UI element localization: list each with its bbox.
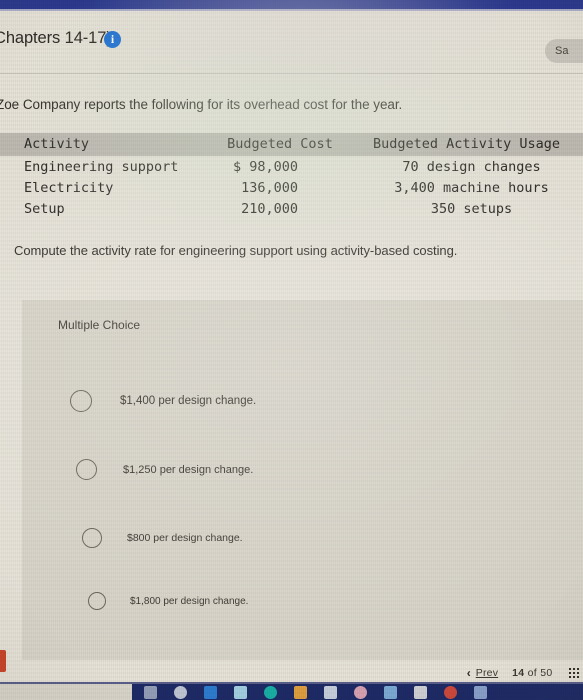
browser-top-bar xyxy=(0,0,583,11)
cell-usage: 3,400 machine hours xyxy=(394,179,549,196)
table-header-budgeted-activity-usage: Budgeted Activity Usage xyxy=(373,136,560,152)
info-icon[interactable]: i xyxy=(104,31,121,48)
answer-option-label: $1,250 per design change. xyxy=(123,463,254,476)
table-row: Engineering support $ 98,000 70 design c… xyxy=(0,156,583,177)
answer-option-3[interactable]: $800 per design change. xyxy=(82,528,243,548)
total-page-number: 50 xyxy=(540,667,553,679)
table-header-row: Activity Budgeted Cost Budgeted Activity… xyxy=(0,133,583,156)
taskbar-app-icon[interactable] xyxy=(294,686,307,699)
cell-usage: 70 design changes xyxy=(402,158,541,175)
grid-dot xyxy=(576,667,579,671)
assignment-title: Chapters 14-17) xyxy=(0,29,112,47)
answer-type-label: Multiple Choice xyxy=(58,318,141,332)
assignment-header: Chapters 14-17) i Sa xyxy=(0,9,583,74)
cell-usage: 350 setups xyxy=(430,200,513,217)
cell-activity: Electricity xyxy=(24,179,114,196)
answer-option-label: $1,800 per design change. xyxy=(130,595,249,607)
question-navigation: ‹ Prev 14 of 50 xyxy=(0,662,583,684)
answer-option-1[interactable]: $1,400 per design change. xyxy=(70,390,256,412)
answer-option-label: $1,400 per design change. xyxy=(120,395,257,407)
of-label: of xyxy=(527,667,537,679)
question-prompt: Compute the activity rate for engineerin… xyxy=(14,243,458,258)
grid-dot xyxy=(572,671,575,675)
taskbar-app-icon[interactable] xyxy=(144,686,157,699)
cell-cost: 210,000 xyxy=(241,200,298,217)
grid-dot xyxy=(568,671,571,675)
cell-cost: 136,000 xyxy=(241,179,298,196)
taskbar-app-icon[interactable] xyxy=(444,686,457,699)
taskbar-start-region[interactable] xyxy=(0,684,132,700)
taskbar-app-icon[interactable] xyxy=(324,686,337,699)
taskbar-app-icon[interactable] xyxy=(234,686,247,699)
taskbar-app-icon[interactable] xyxy=(264,686,277,699)
taskbar-app-icon[interactable] xyxy=(384,686,397,699)
taskbar-icon-list xyxy=(132,684,487,699)
chevron-left-icon: ‹ xyxy=(466,666,471,680)
cell-cost: $ 98,000 xyxy=(232,158,298,175)
saved-status-button[interactable]: Sa xyxy=(545,39,583,63)
radio-button-icon[interactable] xyxy=(76,459,97,480)
radio-button-icon[interactable] xyxy=(82,528,102,548)
question-intro: Zoe Company reports the following for it… xyxy=(0,97,403,112)
taskbar-edge xyxy=(0,682,583,684)
grid-dot xyxy=(576,671,579,675)
radio-button-icon[interactable] xyxy=(88,592,106,610)
grid-dot xyxy=(568,667,571,671)
cell-activity: Engineering support xyxy=(24,158,179,175)
taskbar-app-icon[interactable] xyxy=(204,686,217,699)
answer-option-4[interactable]: $1,800 per design change. xyxy=(88,592,248,610)
radio-button-icon[interactable] xyxy=(70,390,92,412)
os-taskbar xyxy=(0,682,583,700)
prev-label: Prev xyxy=(475,667,499,679)
cell-activity: Setup xyxy=(24,200,65,217)
taskbar-app-icon[interactable] xyxy=(174,686,187,699)
taskbar-app-icon[interactable] xyxy=(474,686,487,699)
answer-option-2[interactable]: $1,250 per design change. xyxy=(76,459,253,480)
taskbar-app-icon[interactable] xyxy=(354,686,367,699)
answer-option-label: $800 per design change. xyxy=(127,532,243,544)
header-divider xyxy=(0,73,583,74)
grid-view-icon[interactable] xyxy=(568,667,579,679)
table-header-budgeted-cost: Budgeted Cost xyxy=(227,136,333,152)
table-row: Electricity 136,000 3,400 machine hours xyxy=(0,177,583,198)
grid-dot xyxy=(572,667,575,671)
page-counter: 14 of 50 xyxy=(512,667,552,679)
overhead-cost-table: Activity Budgeted Cost Budgeted Activity… xyxy=(0,133,583,219)
grid-dot xyxy=(576,675,579,679)
grid-dot xyxy=(568,675,571,679)
monitor-photo: Chapters 14-17) i Sa Zoe Company reports… xyxy=(0,0,583,700)
grid-dot xyxy=(572,675,575,679)
current-page-number: 14 xyxy=(512,667,525,679)
table-header-activity: Activity xyxy=(24,136,90,152)
prev-question-button[interactable]: ‹ Prev xyxy=(467,666,498,680)
table-row: Setup 210,000 350 setups xyxy=(0,198,583,219)
taskbar-app-icon[interactable] xyxy=(414,686,427,699)
